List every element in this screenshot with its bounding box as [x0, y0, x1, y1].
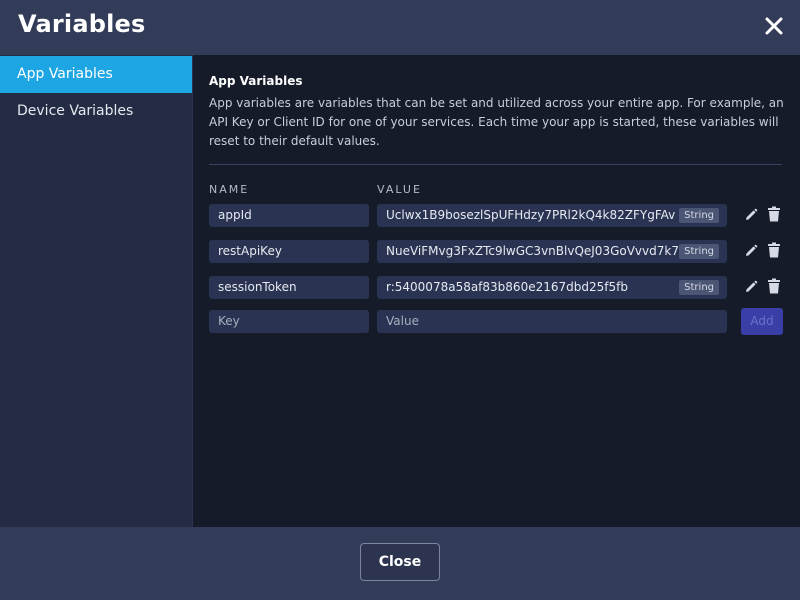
divider	[209, 164, 782, 165]
trash-icon[interactable]	[766, 278, 782, 294]
trash-icon[interactable]	[766, 206, 782, 222]
dialog-footer: Close	[0, 527, 800, 600]
new-value-input[interactable]: Value	[377, 310, 727, 333]
type-badge[interactable]: String	[679, 280, 719, 295]
variable-value-text: NueViFMvg3FxZTc9lwGC3vnBlvQeJ03GoVvvd7k7	[386, 244, 679, 258]
dialog-title: Variables	[18, 10, 146, 38]
edit-icon[interactable]	[743, 207, 759, 223]
section-description: App variables are variables that can be …	[209, 96, 784, 148]
variable-value-field[interactable]: NueViFMvg3FxZTc9lwGC3vnBlvQeJ03GoVvvd7k7…	[377, 240, 727, 263]
close-button[interactable]: Close	[360, 543, 440, 581]
variable-value-text: Uclwx1B9bosezlSpUFHdzy7PRl2kQ4k82ZFYgFAv	[386, 208, 676, 222]
type-badge[interactable]: String	[679, 244, 719, 259]
variable-value-field[interactable]: r:5400078a58af83b860e2167dbd25f5fb Strin…	[377, 276, 727, 299]
close-icon[interactable]	[762, 14, 786, 38]
sidebar-item-app-variables[interactable]: App Variables	[0, 56, 192, 93]
sidebar-item-device-variables[interactable]: Device Variables	[0, 93, 192, 130]
add-button[interactable]: Add	[741, 308, 783, 335]
variable-key-field[interactable]: restApiKey	[209, 240, 369, 263]
sidebar: App Variables Device Variables	[0, 55, 192, 527]
variables-dialog: Variables App Variables Device Variables…	[0, 0, 800, 600]
variable-key-field[interactable]: sessionToken	[209, 276, 369, 299]
variable-key-field[interactable]: appId	[209, 204, 369, 227]
column-header-value: VALUE	[377, 183, 422, 196]
section-title: App Variables	[209, 74, 303, 88]
dialog-header: Variables	[0, 0, 800, 55]
type-badge[interactable]: String	[679, 208, 719, 223]
column-header-name: NAME	[209, 183, 250, 196]
variable-value-text: r:5400078a58af83b860e2167dbd25f5fb	[386, 280, 628, 294]
variable-value-field[interactable]: Uclwx1B9bosezlSpUFHdzy7PRl2kQ4k82ZFYgFAv…	[377, 204, 727, 227]
new-key-input[interactable]: Key	[209, 310, 369, 333]
edit-icon[interactable]	[743, 279, 759, 295]
edit-icon[interactable]	[743, 243, 759, 259]
trash-icon[interactable]	[766, 242, 782, 258]
main-panel: App Variables App variables are variable…	[193, 55, 800, 527]
